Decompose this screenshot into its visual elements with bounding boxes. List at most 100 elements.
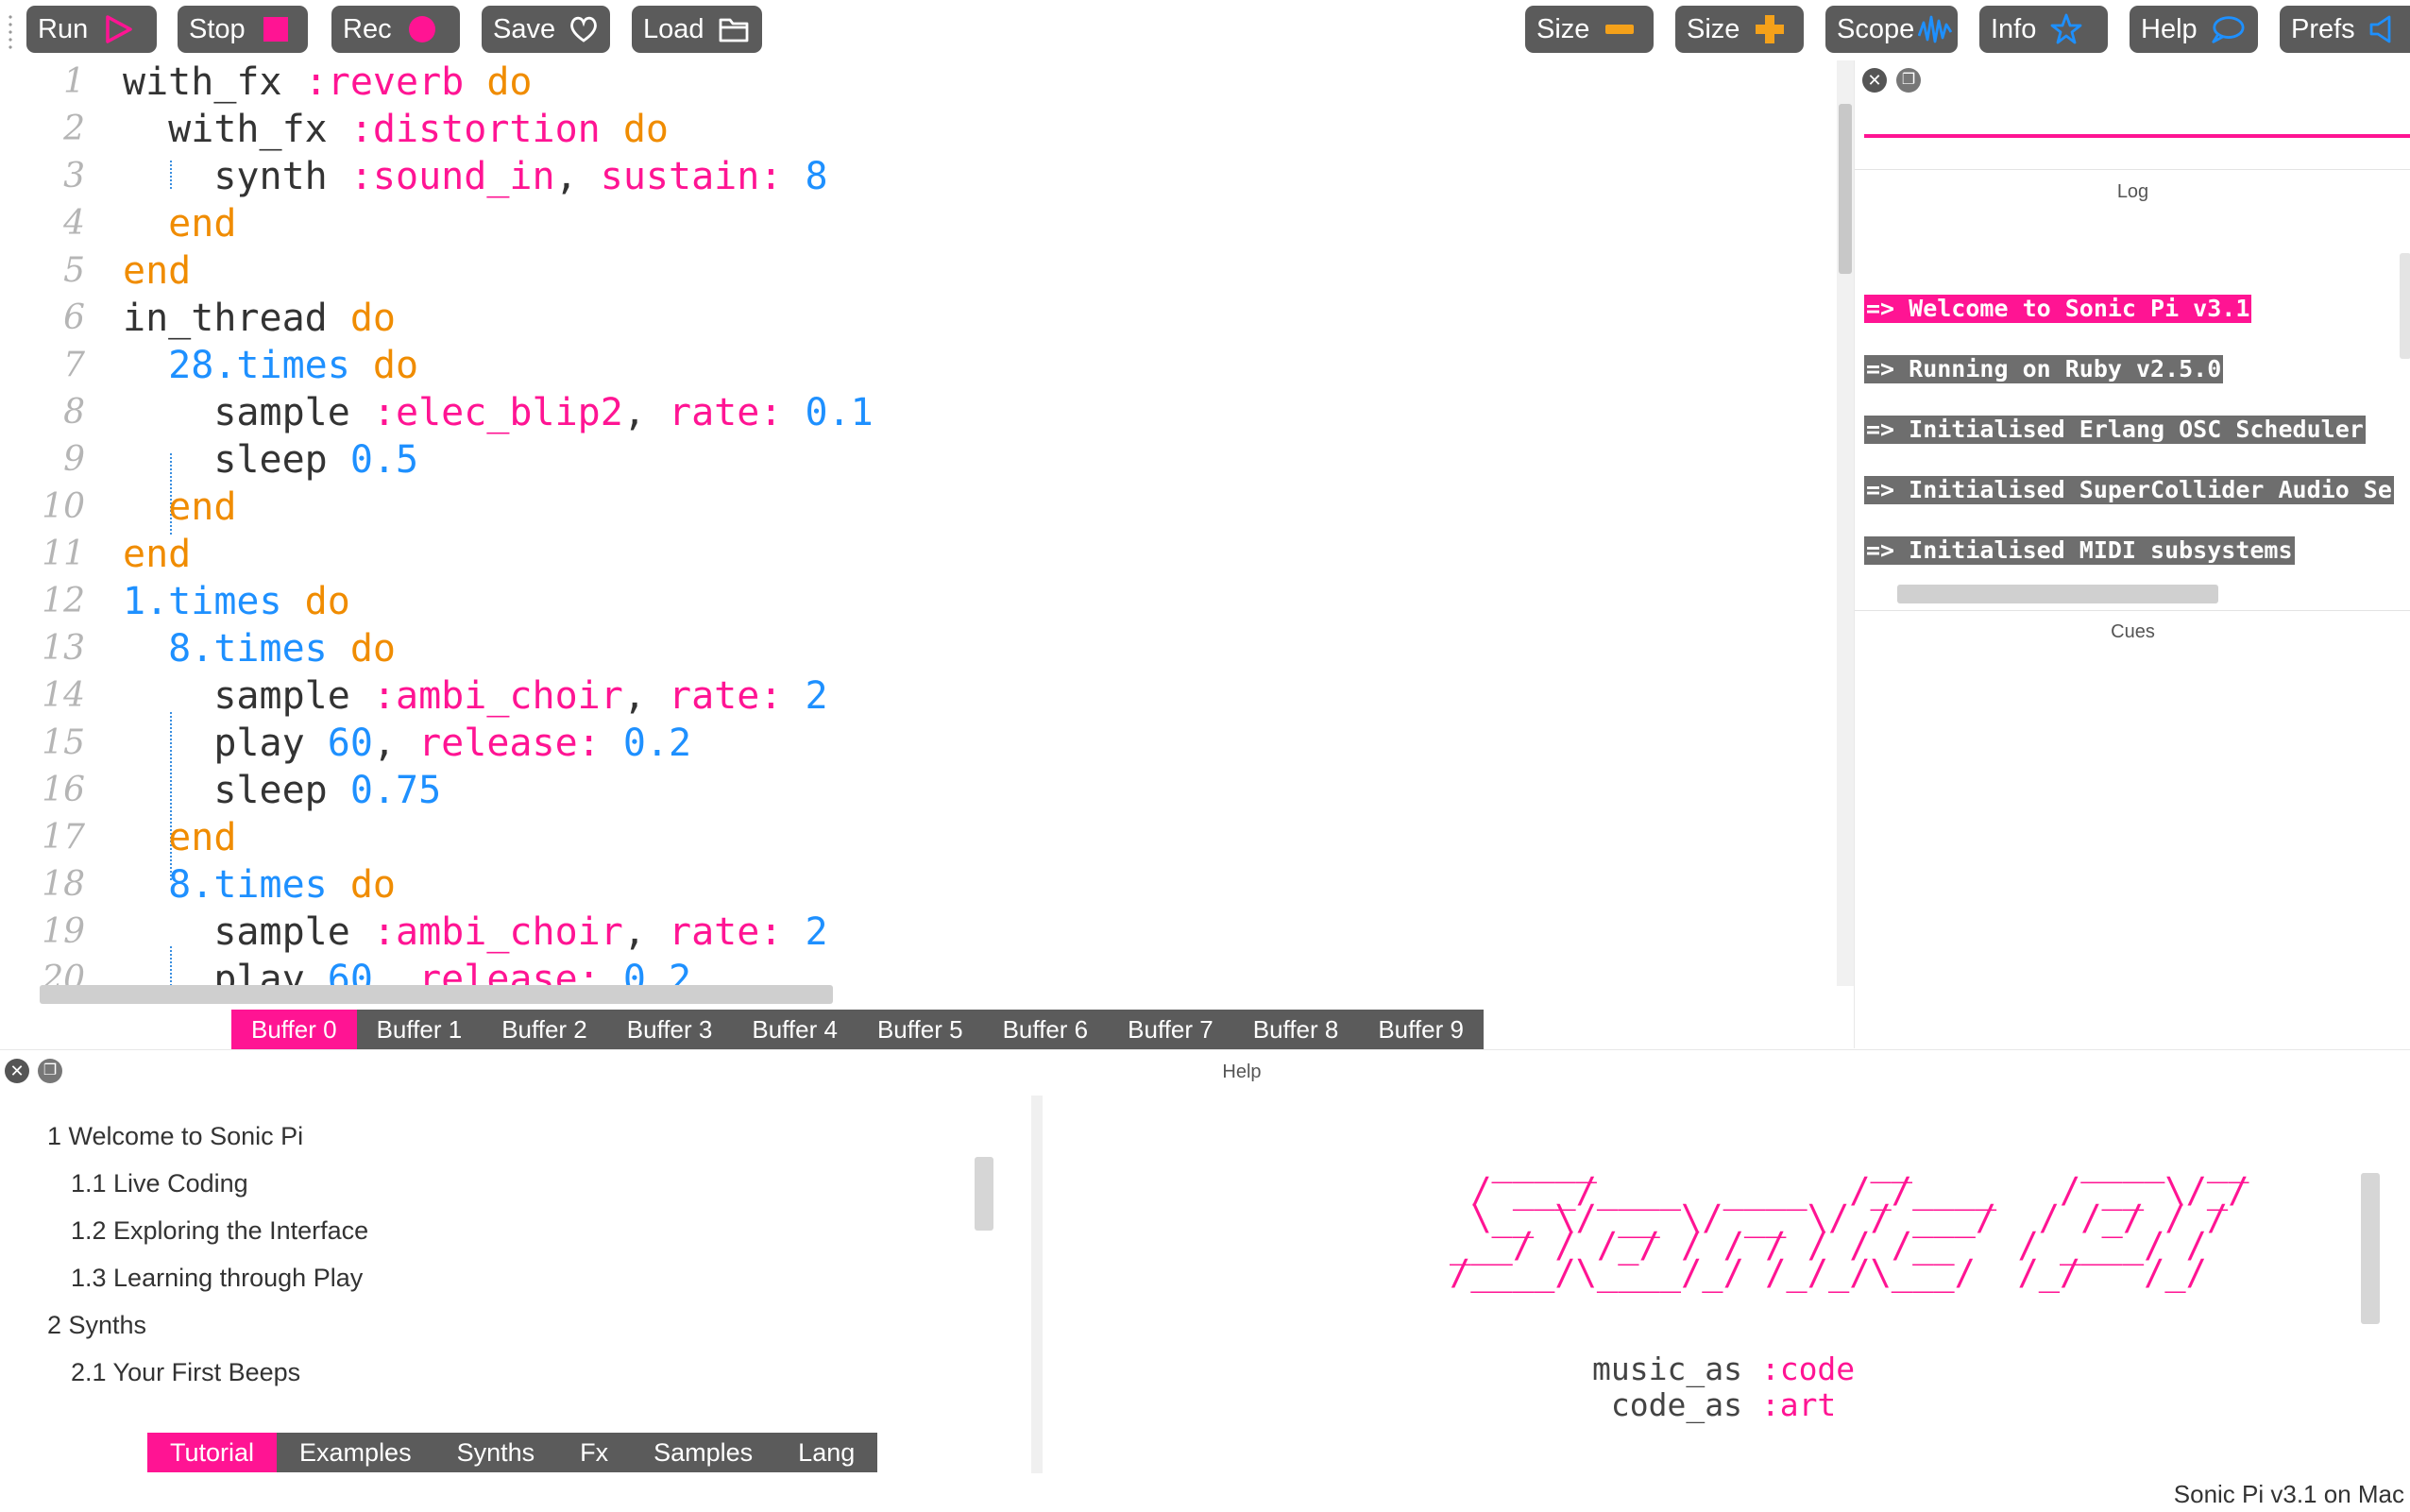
tagline-symbol: :art (1760, 1386, 1837, 1423)
line-number: 3 (63, 157, 85, 195)
cues-title: Cues (2111, 621, 2155, 642)
stop-button[interactable]: Stop (178, 6, 308, 53)
tagline-line: code_as :art (1592, 1386, 1836, 1423)
code-line: sample :ambi_choir, rate: 2 (123, 910, 827, 954)
code-line: play 60, release: 0.2 (123, 958, 691, 986)
code-token: 28.times (123, 344, 350, 387)
tab-buffer-5[interactable]: Buffer 5 (857, 1010, 983, 1049)
size-decrease-button[interactable]: Size (1525, 6, 1654, 53)
code-token: do (349, 344, 419, 387)
restore-icon[interactable]: ❐ (1896, 68, 1921, 93)
rec-button[interactable]: Rec (331, 6, 460, 53)
help-splitter[interactable] (1031, 1096, 1043, 1473)
code-token: play (123, 722, 328, 765)
toolbar-grip[interactable] (8, 13, 13, 53)
log-title: Log (2116, 181, 2149, 202)
line-number: 1 (63, 62, 85, 101)
toc-item[interactable]: 2.1 Your First Beeps (71, 1358, 300, 1387)
code-token: release: (418, 958, 601, 986)
code-line: 1.times do (123, 580, 350, 623)
tagline-line: music_as :code (1592, 1351, 1855, 1387)
code-token: , (622, 910, 669, 954)
tab-help-samples[interactable]: Samples (631, 1433, 775, 1472)
tab-help-tutorial[interactable]: Tutorial (147, 1433, 278, 1472)
code-token: , (622, 391, 669, 434)
code-token: 1.times (123, 580, 282, 623)
code-line: with_fx :reverb do (123, 60, 532, 104)
tab-buffer-3[interactable]: Buffer 3 (607, 1010, 733, 1049)
load-button[interactable]: Load (632, 6, 762, 53)
run-button[interactable]: Run (26, 6, 157, 53)
code-token: 0.1 (805, 391, 874, 434)
log-entry: => Initialised MIDI subsystems (1864, 536, 2295, 565)
close-icon[interactable]: ✕ (1862, 68, 1887, 93)
scope-button[interactable]: Scope (1825, 6, 1958, 53)
line-number: 19 (42, 912, 85, 951)
toc-scrollbar[interactable] (975, 1157, 993, 1231)
tab-buffer-2[interactable]: Buffer 2 (482, 1010, 607, 1049)
code-token: 0.5 (349, 438, 419, 482)
tab-help-synths[interactable]: Synths (434, 1433, 558, 1472)
code-token: 0.2 (622, 722, 692, 765)
stop-label: Stop (189, 13, 246, 44)
code-token: synth (123, 155, 350, 198)
code-editor[interactable]: 1 2 3 4 5 6 7 8 9 10 11 12 13 14 15 16 17 18 19 20 with_fx … (0, 60, 1837, 986)
heart-icon (569, 12, 599, 46)
toc-item[interactable]: 1.2 Exploring the Interface (71, 1216, 368, 1246)
code-token: 2 (805, 674, 828, 718)
tab-buffer-4[interactable]: Buffer 4 (732, 1010, 857, 1049)
tab-buffer-7[interactable]: Buffer 7 (1108, 1010, 1233, 1049)
line-number: 15 (42, 723, 85, 762)
help-content-scrollbar[interactable] (2361, 1173, 2380, 1324)
code-token: sleep (123, 438, 350, 482)
prefs-label: Prefs (2291, 13, 2355, 44)
info-button[interactable]: Info (1979, 6, 2108, 53)
tab-help-fx[interactable]: Fx (557, 1433, 631, 1472)
code-line: sleep 0.5 (123, 438, 418, 482)
prefs-button[interactable]: Prefs (2280, 6, 2410, 53)
code-token: 60 (327, 958, 373, 986)
help-tabs: Tutorial Examples Synths Fx Samples Lang (147, 1433, 878, 1472)
code-token: release: (418, 722, 601, 765)
editor-horizontal-scrollbar[interactable] (40, 985, 833, 1004)
editor-vertical-scrollbar[interactable] (1837, 60, 1854, 986)
scrollbar-thumb[interactable] (1839, 104, 1852, 274)
help-panel: ✕ ❐ Help 1 Welcome to Sonic Pi 1.1 Live C… (0, 1049, 2410, 1512)
toc-item[interactable]: 1.1 Live Coding (71, 1169, 248, 1198)
tab-buffer-9[interactable]: Buffer 9 (1358, 1010, 1484, 1049)
code-line: end (123, 533, 191, 576)
line-number: 17 (42, 818, 85, 857)
code-token: sample (123, 674, 373, 718)
tab-buffer-1[interactable]: Buffer 1 (357, 1010, 483, 1049)
log-horizontal-scrollbar[interactable] (1897, 585, 2218, 603)
code-token: rate: (668, 910, 783, 954)
toc-item[interactable]: 1 Welcome to Sonic Pi (47, 1122, 303, 1151)
star-icon (2049, 12, 2083, 46)
code-line: sleep 0.75 (123, 769, 441, 812)
stop-square-icon (259, 12, 293, 46)
tab-buffer-6[interactable]: Buffer 6 (983, 1010, 1109, 1049)
scope-label: Scope (1837, 13, 1915, 44)
code-line: play 60, release: 0.2 (123, 722, 691, 765)
help-button[interactable]: Help (2130, 6, 2258, 53)
tab-buffer-8[interactable]: Buffer 8 (1233, 1010, 1359, 1049)
toc-item[interactable]: 2 Synths (47, 1311, 146, 1340)
code-token: sample (123, 910, 373, 954)
code-token: rate: (668, 674, 783, 718)
tab-help-examples[interactable]: Examples (277, 1433, 434, 1472)
toc-item[interactable]: 1.3 Learning through Play (71, 1264, 363, 1293)
code-token: :distortion (349, 108, 601, 151)
load-label: Load (643, 13, 704, 44)
log-vertical-scrollbar[interactable] (2400, 253, 2410, 359)
tab-help-lang[interactable]: Lang (775, 1433, 877, 1472)
code-token: end (123, 485, 237, 529)
code-line: in_thread do (123, 297, 396, 340)
tab-buffer-0[interactable]: Buffer 0 (231, 1010, 357, 1049)
size-increase-button[interactable]: Size (1675, 6, 1804, 53)
line-number: 7 (63, 346, 85, 384)
line-number: 11 (42, 535, 85, 573)
code-token: in_thread (123, 297, 350, 340)
save-button[interactable]: Save (482, 6, 610, 53)
code-line: sample :ambi_choir, rate: 2 (123, 674, 828, 718)
